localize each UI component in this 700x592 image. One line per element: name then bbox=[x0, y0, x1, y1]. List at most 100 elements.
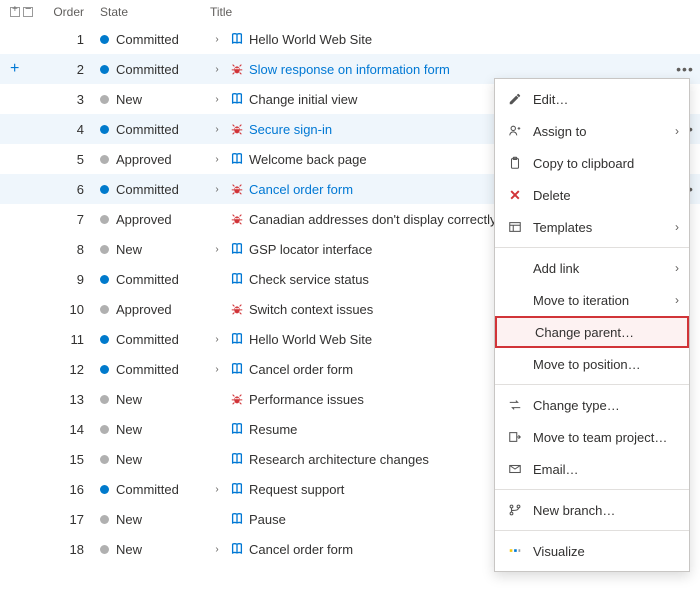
expand-collapse-controls[interactable] bbox=[0, 7, 44, 17]
state-dot-icon bbox=[100, 185, 109, 194]
title-text[interactable]: Switch context issues bbox=[249, 302, 373, 317]
state-dot-icon bbox=[100, 245, 109, 254]
backlog-item-icon bbox=[229, 272, 244, 287]
menu-templates[interactable]: Templates › bbox=[495, 211, 689, 243]
title-cell[interactable]: › Hello World Web Site bbox=[210, 32, 670, 47]
menu-assign-to[interactable]: Assign to › bbox=[495, 115, 689, 147]
title-text[interactable]: Canadian addresses don't display correct… bbox=[249, 212, 496, 227]
menu-new-branch[interactable]: New branch… bbox=[495, 494, 689, 526]
column-title-header[interactable]: Title bbox=[210, 5, 670, 19]
chevron-right-icon[interactable]: › bbox=[210, 184, 224, 195]
menu-change-parent[interactable]: • Change parent… bbox=[495, 316, 689, 348]
row-actions-button[interactable]: ••• bbox=[676, 61, 694, 77]
state-dot-icon bbox=[100, 155, 109, 164]
state-cell: New bbox=[100, 392, 210, 407]
title-text[interactable]: Slow response on information form bbox=[249, 62, 450, 77]
state-cell: New bbox=[100, 512, 210, 527]
menu-edit[interactable]: Edit… bbox=[495, 83, 689, 115]
title-text[interactable]: GSP locator interface bbox=[249, 242, 372, 257]
state-text: Committed bbox=[116, 362, 179, 377]
state-cell: Approved bbox=[100, 302, 210, 317]
menu-separator bbox=[495, 384, 689, 385]
visualize-icon bbox=[507, 543, 523, 559]
state-dot-icon bbox=[100, 275, 109, 284]
expand-all-icon[interactable] bbox=[10, 7, 20, 17]
collapse-all-icon[interactable] bbox=[23, 7, 33, 17]
title-text[interactable]: Request support bbox=[249, 482, 344, 497]
mail-icon bbox=[507, 461, 523, 477]
state-text: New bbox=[116, 422, 142, 437]
title-text[interactable]: Cancel order form bbox=[249, 182, 353, 197]
order-cell: 18 bbox=[44, 542, 100, 557]
menu-delete[interactable]: ✕ Delete bbox=[495, 179, 689, 211]
title-text[interactable]: Check service status bbox=[249, 272, 369, 287]
state-text: Approved bbox=[116, 212, 172, 227]
chevron-right-icon[interactable]: › bbox=[210, 64, 224, 75]
order-cell: 12 bbox=[44, 362, 100, 377]
state-cell: Committed bbox=[100, 62, 210, 77]
title-text[interactable]: Cancel order form bbox=[249, 542, 353, 557]
order-cell: 15 bbox=[44, 452, 100, 467]
order-cell: 9 bbox=[44, 272, 100, 287]
backlog-item-icon bbox=[229, 242, 244, 257]
chevron-right-icon[interactable]: › bbox=[210, 334, 224, 345]
chevron-right-icon: › bbox=[675, 220, 679, 234]
order-cell: 10 bbox=[44, 302, 100, 317]
title-text[interactable]: Hello World Web Site bbox=[249, 332, 372, 347]
menu-move-team[interactable]: Move to team project… bbox=[495, 421, 689, 453]
title-text[interactable]: Hello World Web Site bbox=[249, 32, 372, 47]
state-dot-icon bbox=[100, 35, 109, 44]
chevron-right-icon[interactable]: › bbox=[210, 124, 224, 135]
state-cell: Committed bbox=[100, 362, 210, 377]
title-text[interactable]: Performance issues bbox=[249, 392, 364, 407]
state-text: Approved bbox=[116, 152, 172, 167]
state-dot-icon bbox=[100, 65, 109, 74]
state-text: New bbox=[116, 242, 142, 257]
chevron-right-icon[interactable]: › bbox=[210, 94, 224, 105]
menu-move-iteration[interactable]: • Move to iteration › bbox=[495, 284, 689, 316]
state-text: Approved bbox=[116, 302, 172, 317]
add-item-icon[interactable]: + bbox=[10, 60, 19, 78]
chevron-right-icon[interactable]: › bbox=[210, 364, 224, 375]
column-order-header[interactable]: Order bbox=[44, 5, 100, 19]
menu-email[interactable]: Email… bbox=[495, 453, 689, 485]
state-text: Committed bbox=[116, 482, 179, 497]
column-header-row: Order State Title bbox=[0, 0, 700, 24]
state-text: New bbox=[116, 92, 142, 107]
title-text[interactable]: Research architecture changes bbox=[249, 452, 429, 467]
chevron-right-icon[interactable]: › bbox=[210, 484, 224, 495]
column-state-header[interactable]: State bbox=[100, 5, 210, 19]
order-cell: 2 bbox=[44, 62, 100, 77]
title-text[interactable]: Cancel order form bbox=[249, 362, 353, 377]
order-cell: 11 bbox=[44, 332, 100, 347]
pencil-icon bbox=[507, 91, 523, 107]
chevron-right-icon[interactable]: › bbox=[210, 34, 224, 45]
state-cell: New bbox=[100, 422, 210, 437]
title-text[interactable]: Secure sign-in bbox=[249, 122, 332, 137]
bug-icon bbox=[229, 392, 244, 407]
state-text: New bbox=[116, 392, 142, 407]
templates-icon bbox=[507, 219, 523, 235]
title-text[interactable]: Welcome back page bbox=[249, 152, 367, 167]
state-dot-icon bbox=[100, 395, 109, 404]
state-dot-icon bbox=[100, 215, 109, 224]
chevron-right-icon[interactable]: › bbox=[210, 244, 224, 255]
state-cell: Committed bbox=[100, 182, 210, 197]
menu-change-type[interactable]: Change type… bbox=[495, 389, 689, 421]
title-text[interactable]: Resume bbox=[249, 422, 297, 437]
state-cell: Committed bbox=[100, 332, 210, 347]
menu-visualize[interactable]: Visualize bbox=[495, 535, 689, 567]
state-dot-icon bbox=[100, 125, 109, 134]
menu-separator bbox=[495, 247, 689, 248]
menu-add-link[interactable]: • Add link › bbox=[495, 252, 689, 284]
menu-copy[interactable]: Copy to clipboard bbox=[495, 147, 689, 179]
title-text[interactable]: Pause bbox=[249, 512, 286, 527]
chevron-right-icon[interactable]: › bbox=[210, 544, 224, 555]
menu-move-position[interactable]: • Move to position… bbox=[495, 348, 689, 380]
state-cell: New bbox=[100, 452, 210, 467]
title-cell[interactable]: › Slow response on information form bbox=[210, 62, 670, 77]
chevron-right-icon[interactable]: › bbox=[210, 154, 224, 165]
table-row[interactable]: 1Committed›Hello World Web Site bbox=[0, 24, 700, 54]
title-text[interactable]: Change initial view bbox=[249, 92, 357, 107]
order-cell: 8 bbox=[44, 242, 100, 257]
